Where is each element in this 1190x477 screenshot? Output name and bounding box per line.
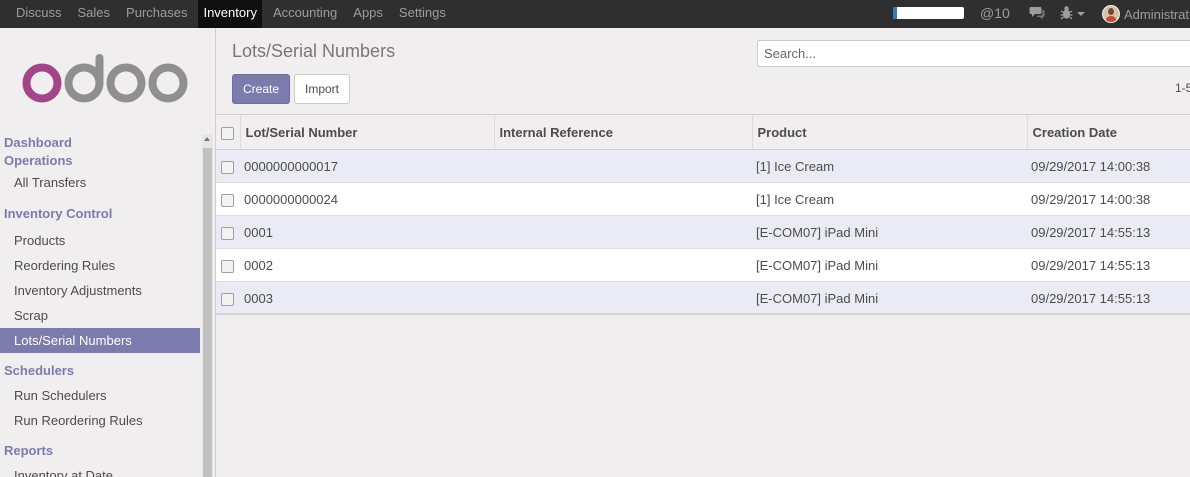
sidebar: odoo Dashboard Operations All Transfers … (0, 28, 216, 477)
cell-internal-reference (494, 182, 752, 216)
scrollbar-thumb[interactable] (203, 148, 212, 477)
table-row[interactable]: 0000000000017 [1] Ice Cream 09/29/2017 1… (216, 149, 1190, 183)
cell-product: [1] Ice Cream (752, 149, 1027, 183)
menu-settings[interactable]: Settings (394, 0, 451, 28)
sidebar-item-reordering-rules[interactable]: Reordering Rules (0, 253, 200, 278)
select-all-checkbox[interactable] (216, 114, 240, 150)
chat-icon[interactable] (1029, 6, 1045, 23)
odoo-logo[interactable]: odoo (20, 48, 190, 111)
cell-lot-number: 0003 (240, 281, 494, 314)
progress-fill (893, 7, 897, 19)
create-button[interactable]: Create (232, 74, 290, 104)
menu-discuss[interactable]: Discuss (11, 0, 67, 28)
cell-lot-number: 0000000000017 (240, 149, 494, 183)
sidebar-item-inventory-at-date[interactable]: Inventory at Date (0, 463, 200, 477)
cell-creation-date: 09/29/2017 14:00:38 (1027, 149, 1190, 183)
menu-purchases[interactable]: Purchases (121, 0, 192, 28)
menu-sales[interactable]: Sales (73, 0, 116, 28)
avatar (1102, 5, 1120, 23)
row-checkbox[interactable] (216, 215, 240, 249)
sidebar-item-products[interactable]: Products (0, 228, 200, 253)
chevron-down-icon[interactable] (1077, 12, 1085, 16)
sidebar-nav: Dashboard Operations All Transfers Inven… (0, 134, 200, 477)
sidebar-item-run-reordering-rules[interactable]: Run Reordering Rules (0, 408, 200, 433)
sidebar-section-inventory-control[interactable]: Inventory Control (0, 206, 200, 228)
table-row[interactable]: 0001 [E-COM07] iPad Mini 09/29/2017 14:5… (216, 215, 1190, 249)
sidebar-scrollbar[interactable] (202, 134, 213, 477)
cell-internal-reference (494, 248, 752, 282)
cell-product: [E-COM07] iPad Mini (752, 215, 1027, 249)
cell-creation-date: 09/29/2017 14:55:13 (1027, 248, 1190, 282)
row-checkbox[interactable] (216, 149, 240, 183)
pager-value[interactable]: 1-5 (1175, 81, 1190, 95)
import-button[interactable]: Import (294, 74, 350, 104)
top-navbar: Discuss Sales Purchases Inventory Accoun… (0, 0, 1190, 28)
column-header-creation-date[interactable]: Creation Date (1026, 114, 1190, 150)
column-header-internal-reference[interactable]: Internal Reference (493, 114, 752, 150)
user-menu[interactable]: Administrat (1102, 0, 1189, 28)
sidebar-item-lots-serial-numbers[interactable]: Lots/Serial Numbers (0, 328, 200, 353)
debug-bug-icon[interactable] (1060, 5, 1073, 23)
sidebar-section-schedulers[interactable]: Schedulers (0, 353, 200, 383)
search-input[interactable] (757, 40, 1190, 67)
cell-internal-reference (494, 215, 752, 249)
cell-lot-number: 0002 (240, 248, 494, 282)
cell-creation-date: 09/29/2017 14:55:13 (1027, 281, 1190, 314)
sidebar-item-all-transfers[interactable]: All Transfers (0, 176, 200, 199)
mentions-counter[interactable]: @10 (980, 0, 1010, 26)
menu-inventory[interactable]: Inventory (198, 0, 262, 28)
row-checkbox[interactable] (216, 182, 240, 216)
cell-lot-number: 0001 (240, 215, 494, 249)
table-row[interactable]: 0003 [E-COM07] iPad Mini 09/29/2017 14:5… (216, 281, 1190, 314)
cell-creation-date: 09/29/2017 14:55:13 (1027, 215, 1190, 249)
sidebar-section-dashboard[interactable]: Dashboard (0, 134, 200, 152)
progress-bar (893, 7, 964, 19)
sidebar-item-inventory-adjustments[interactable]: Inventory Adjustments (0, 278, 200, 303)
cell-product: [E-COM07] iPad Mini (752, 281, 1027, 314)
table-footer-divider (216, 313, 1190, 315)
column-header-lot-serial-number[interactable]: Lot/Serial Number (239, 114, 494, 150)
cell-product: [E-COM07] iPad Mini (752, 248, 1027, 282)
column-header-product[interactable]: Product (751, 114, 1027, 150)
table-row[interactable]: 0002 [E-COM07] iPad Mini 09/29/2017 14:5… (216, 248, 1190, 282)
sidebar-section-operations[interactable]: Operations (0, 152, 200, 176)
row-checkbox[interactable] (216, 281, 240, 314)
svg-text:odoo: odoo (20, 101, 23, 103)
sidebar-section-reports[interactable]: Reports (0, 433, 200, 463)
cell-product: [1] Ice Cream (752, 182, 1027, 216)
cell-creation-date: 09/29/2017 14:00:38 (1027, 182, 1190, 216)
table-header-row: Lot/Serial Number Internal Reference Pro… (216, 114, 1190, 150)
user-name: Administrat (1124, 6, 1190, 22)
sidebar-item-scrap[interactable]: Scrap (0, 303, 200, 328)
sidebar-item-run-schedulers[interactable]: Run Schedulers (0, 383, 200, 408)
lots-list-table: Lot/Serial Number Internal Reference Pro… (216, 114, 1190, 314)
scroll-up-icon[interactable] (204, 137, 210, 141)
cell-lot-number: 0000000000024 (240, 182, 494, 216)
app-menu: Discuss Sales Purchases Inventory Accoun… (11, 0, 457, 28)
menu-accounting[interactable]: Accounting (268, 0, 342, 28)
table-row[interactable]: 0000000000024 [1] Ice Cream 09/29/2017 1… (216, 182, 1190, 216)
menu-apps[interactable]: Apps (348, 0, 388, 28)
row-checkbox[interactable] (216, 248, 240, 282)
breadcrumb: Lots/Serial Numbers (232, 41, 396, 61)
cell-internal-reference (494, 149, 752, 183)
cell-internal-reference (494, 281, 752, 314)
